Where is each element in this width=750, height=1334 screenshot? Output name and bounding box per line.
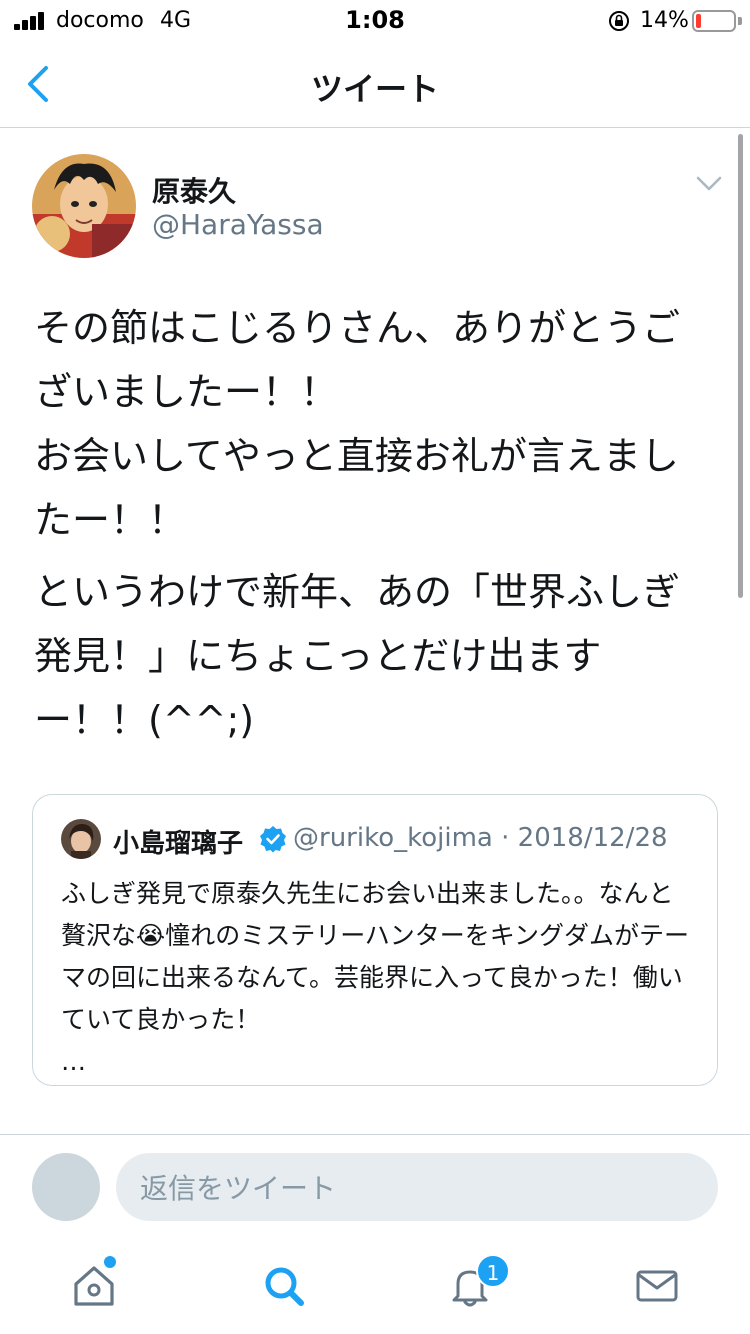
verified-badge-icon [260, 826, 286, 853]
navigation-bar: ツイート [0, 40, 750, 128]
bottom-tab-bar: 1 [0, 1238, 750, 1334]
chevron-left-icon [28, 66, 48, 102]
tweet-paragraph: というわけで新年、あの「世界ふしぎ発見！」にちょこっとだけ出ますー！！(^^;) [34, 570, 681, 742]
manga-character-avatar-image [32, 154, 136, 258]
notifications-badge: 1 [476, 1254, 510, 1288]
author-display-name[interactable]: 原泰久 [152, 170, 236, 210]
network-type: 4G [160, 8, 192, 33]
author-handle[interactable]: @HaraYassa [152, 208, 324, 241]
battery-icon [692, 10, 736, 32]
quoted-tweet[interactable]: 小島瑠璃子 @ruriko_kojima · 2018/12/28 ふしぎ発見で… [32, 794, 718, 1086]
back-button[interactable] [20, 60, 60, 108]
quoted-author-handle: @ruriko_kojima [293, 823, 493, 853]
status-bar: docomo 4G 1:08 14% [0, 0, 750, 40]
chevron-down-icon[interactable] [694, 174, 724, 194]
home-new-content-dot [104, 1256, 116, 1268]
tab-search[interactable] [254, 1256, 314, 1316]
quoted-author-name: 小島瑠璃子 [113, 829, 244, 859]
tweet-text: その節はこじるりさん、ありがとうございましたー！！ お会いしてやっと直接お礼が言… [34, 296, 704, 760]
page-title: ツイート [310, 70, 439, 108]
person-photo-avatar-image [61, 819, 101, 859]
scrollbar[interactable] [738, 134, 743, 598]
meta-separator: · [492, 823, 518, 853]
tab-messages[interactable] [626, 1256, 686, 1316]
truncation-ellipsis: … [61, 1047, 86, 1076]
search-icon [265, 1267, 304, 1306]
battery-percent: 14% [640, 8, 689, 33]
current-user-avatar [32, 1153, 100, 1221]
reply-input[interactable]: 返信をツイート [116, 1153, 718, 1221]
quoted-author-meta: @ruriko_kojima · 2018/12/28 [293, 823, 668, 853]
battery-level [696, 14, 701, 28]
rotation-lock-icon [609, 11, 629, 31]
quoted-tweet-date: 2018/12/28 [517, 823, 668, 853]
quoted-tweet-text: ふしぎ発見で原泰久先生にお会い出来ました。。なんと贅沢な😭憧れのミステリーハンタ… [61, 873, 697, 1083]
envelope-icon [636, 1270, 678, 1302]
carrier-name: docomo [56, 8, 144, 33]
tweet-paragraph: その節はこじるりさん、ありがとうございましたー！！ お会いしてやっと直接お礼が言… [34, 306, 681, 542]
battery-tip [738, 17, 742, 25]
quoted-author-avatar [61, 819, 101, 859]
author-avatar[interactable] [32, 154, 136, 258]
signal-strength-icon [14, 12, 48, 30]
crying-face-emoji-icon: 😭 [136, 921, 166, 950]
reply-bar: 返信をツイート [0, 1134, 750, 1238]
